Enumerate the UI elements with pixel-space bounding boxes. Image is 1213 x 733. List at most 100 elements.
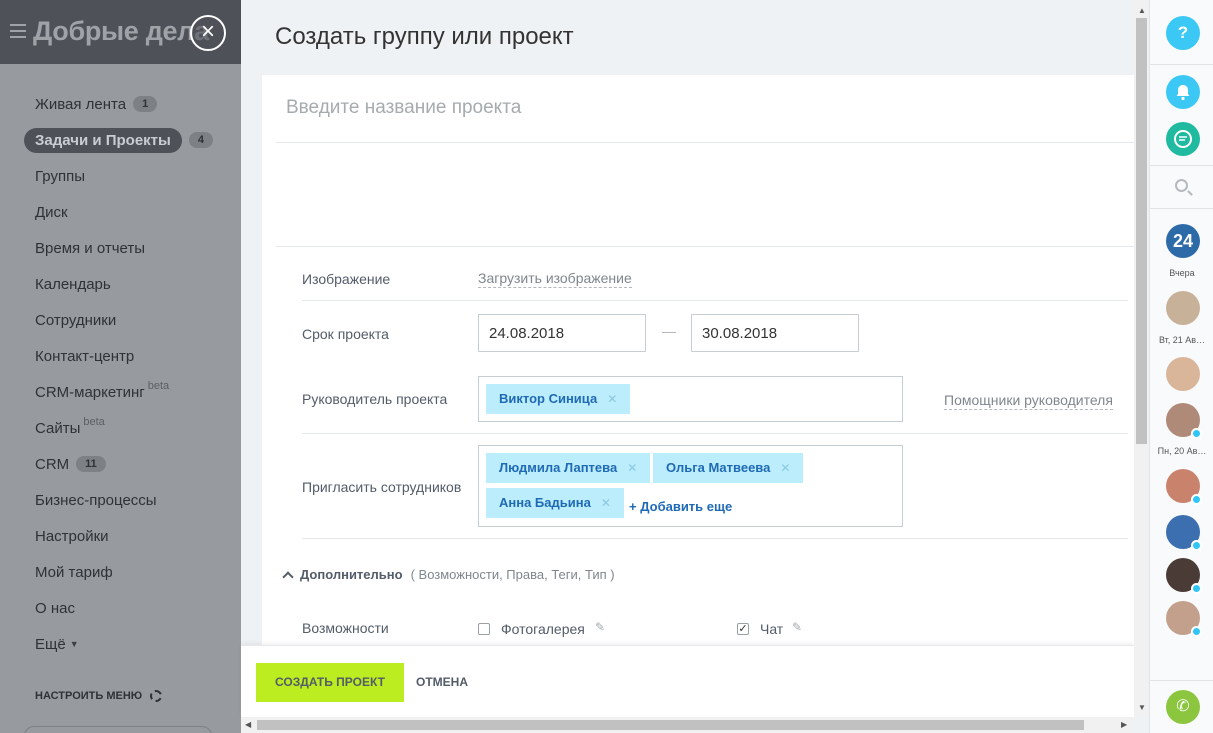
owner-selector[interactable]: Виктор Синица ✕ — [478, 376, 903, 422]
chat-icon[interactable] — [1166, 122, 1200, 156]
sidebar-item-label: Бизнес-процессы — [35, 491, 157, 509]
gallery-checkbox[interactable] — [478, 623, 490, 635]
create-project-button[interactable]: СОЗДАТЬ ПРОЕКТ — [256, 663, 404, 702]
close-icon[interactable]: × — [190, 15, 226, 51]
divider — [302, 538, 1128, 539]
features-label: Возможности — [302, 620, 389, 636]
sidebar-item-employees[interactable]: Сотрудники — [0, 302, 241, 338]
beta-label: beta — [83, 416, 105, 428]
sidebar-header: Добрые дела × — [0, 0, 241, 64]
lock-icon — [1191, 583, 1202, 594]
horizontal-scrollbar[interactable]: ◀ ▶ — [241, 717, 1134, 733]
count-badge: 4 — [188, 132, 213, 148]
divider — [276, 246, 1134, 247]
remove-icon[interactable]: ✕ — [607, 392, 617, 406]
sidebar-item-tariff[interactable]: Мой тариф — [0, 554, 241, 590]
image-label: Изображение — [302, 271, 391, 287]
sidebar-item-label: Время и отчеты — [35, 239, 146, 257]
sidebar-item-more[interactable]: Ещё ▼ — [0, 626, 241, 662]
scroll-left-icon[interactable]: ◀ — [245, 720, 251, 729]
invite-selector[interactable]: Людмила Лаптева ✕ Ольга Матвеева ✕ Анна Ба… — [478, 445, 903, 527]
avatar[interactable] — [1166, 558, 1202, 594]
sidebar-item-feed[interactable]: Живая лента 1 — [0, 86, 241, 122]
remove-icon[interactable]: ✕ — [627, 461, 637, 475]
search-icon[interactable] — [1175, 179, 1188, 192]
divider — [276, 142, 1134, 143]
sidebar-item-tasks[interactable]: Задачи и Проекты 4 — [0, 122, 241, 158]
sidebar-item-label: Сотрудники — [35, 311, 117, 329]
sidebar-item-bizproc[interactable]: Бизнес-процессы — [0, 482, 241, 518]
sidebar-item-calendar[interactable]: Календарь — [0, 266, 241, 302]
sidebar-item-label: Живая лента — [35, 95, 127, 113]
sidebar-item-label: CRM — [35, 455, 70, 473]
sidebar-item-settings[interactable]: Настройки — [0, 518, 241, 554]
remove-icon[interactable]: ✕ — [601, 496, 611, 510]
divider — [1150, 680, 1213, 681]
setup-menu-button[interactable]: НАСТРОИТЬ МЕНЮ — [35, 690, 163, 702]
scroll-thumb[interactable] — [1136, 18, 1147, 444]
scroll-thumb[interactable] — [257, 720, 1084, 730]
create-project-slider: Создать группу или проект Введите назван… — [241, 0, 1149, 733]
phone-icon[interactable]: ✆ — [1166, 690, 1200, 724]
page-title: Создать группу или проект — [275, 23, 574, 50]
caret-down-icon: ▼ — [69, 639, 79, 649]
additional-toggle[interactable]: Дополнительно ( Возможности, Права, Теги… — [282, 567, 615, 583]
portal-title[interactable]: Добрые дела — [33, 16, 209, 47]
form-footer: СОЗДАТЬ ПРОЕКТ ОТМЕНА — [241, 645, 1134, 717]
right-panel: ? 24 Вчера Вт, 21 Ав… Пн, 20 Ав… ✆ — [1149, 0, 1213, 733]
sidebar-item-label: Группы — [35, 167, 85, 185]
sidebar-item-contact-center[interactable]: Контакт-центр — [0, 338, 241, 374]
help-button[interactable]: ? — [1166, 16, 1200, 50]
gallery-label: Фотогалерея — [501, 621, 585, 637]
invitee-tag[interactable]: Ольга Матвеева ✕ — [653, 453, 804, 483]
avatar[interactable] — [1166, 403, 1202, 439]
avatar[interactable] — [1166, 357, 1200, 391]
sidebar-item-crm[interactable]: CRM 11 — [0, 446, 241, 482]
day-label: Вт, 21 Ав… — [1158, 335, 1206, 345]
bell-icon[interactable] — [1166, 75, 1200, 109]
add-more-link[interactable]: + Добавить еще — [629, 499, 732, 514]
avatar[interactable] — [1166, 291, 1200, 325]
sidebar-item-label: Ещё — [35, 635, 66, 653]
avatar[interactable] — [1166, 515, 1202, 551]
date-from-input[interactable]: 24.08.2018 — [478, 314, 646, 352]
project-name-input[interactable]: Введите название проекта — [286, 97, 521, 119]
lock-icon — [1191, 494, 1202, 505]
sidebar-item-sites[interactable]: Сайты beta — [0, 410, 241, 446]
date-to-input[interactable]: 30.08.2018 — [691, 314, 859, 352]
vertical-scrollbar[interactable]: ▲ ▼ — [1134, 0, 1149, 717]
assistants-link[interactable]: Помощники руководителя — [944, 392, 1113, 410]
sidebar-item-label: О нас — [35, 599, 75, 617]
remove-icon[interactable]: ✕ — [780, 461, 790, 475]
avatar[interactable] — [1166, 469, 1202, 505]
sidebar-bottom-pill[interactable] — [24, 726, 212, 733]
divider — [1150, 165, 1213, 166]
invitee-tag[interactable]: Анна Бадьина ✕ — [486, 488, 624, 518]
sidebar-item-label: Календарь — [35, 275, 111, 293]
divider — [302, 433, 1128, 434]
sidebar-item-about[interactable]: О нас — [0, 590, 241, 626]
pencil-icon[interactable]: ✎ — [595, 620, 605, 634]
chat-checkbox[interactable]: ✓ — [737, 623, 749, 635]
sidebar-item-time[interactable]: Время и отчеты — [0, 230, 241, 266]
day-label: Вчера — [1169, 268, 1195, 278]
additional-hint: ( Возможности, Права, Теги, Тип ) — [410, 567, 615, 582]
owner-tag[interactable]: Виктор Синица ✕ — [486, 384, 631, 414]
sidebar-item-disk[interactable]: Диск — [0, 194, 241, 230]
invitee-tag[interactable]: Людмила Лаптева ✕ — [486, 453, 651, 483]
sidebar-item-label: Мой тариф — [35, 563, 113, 581]
day-label: Пн, 20 Ав… — [1157, 446, 1207, 456]
scroll-right-icon[interactable]: ▶ — [1121, 720, 1127, 729]
sidebar-item-groups[interactable]: Группы — [0, 158, 241, 194]
additional-label: Дополнительно — [300, 567, 403, 582]
scroll-up-icon[interactable]: ▲ — [1138, 6, 1146, 15]
upload-image-link[interactable]: Загрузить изображение — [478, 270, 632, 288]
cancel-button[interactable]: ОТМЕНА — [416, 675, 468, 689]
bitrix24-chat-icon[interactable]: 24 — [1166, 224, 1200, 258]
scroll-down-icon[interactable]: ▼ — [1138, 703, 1146, 712]
avatar[interactable] — [1166, 601, 1202, 637]
pencil-icon[interactable]: ✎ — [792, 620, 802, 634]
menu-icon[interactable] — [10, 24, 26, 38]
sidebar-item-crm-marketing[interactable]: CRM-маркетинг beta — [0, 374, 241, 410]
lock-icon — [1191, 626, 1202, 637]
